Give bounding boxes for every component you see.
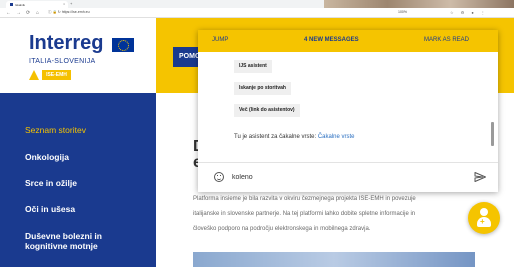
- intro-line-1: Platforma insieme je bila razvita v okvi…: [193, 196, 416, 202]
- zoom-level[interactable]: 100%: [398, 10, 407, 14]
- waiting-list-link[interactable]: Čakalne vrste: [318, 134, 355, 140]
- background-photo: [324, 0, 514, 8]
- content-image: [193, 252, 475, 267]
- send-icon[interactable]: [474, 171, 486, 183]
- back-icon[interactable]: ←: [6, 10, 11, 16]
- quick-reply-service-search[interactable]: Iskanje po storitvah: [234, 82, 291, 95]
- eu-flag-icon: [112, 38, 134, 52]
- page: Iskalnik × + ← → ⟳ ⌂ ⓘ 🔒 ↻ https://ise-e…: [0, 0, 514, 267]
- chat-composer: [198, 163, 498, 192]
- reload-icon[interactable]: ⟳: [26, 10, 30, 16]
- sidebar-item-eyes-ears[interactable]: Oči in ušesa: [25, 204, 75, 214]
- intro-line-2: italijanske in slovenske partnerje. Na t…: [193, 211, 416, 217]
- tab-title: Iskalnik: [15, 2, 26, 7]
- chat-widget: JUMP 4 NEW MESSAGES MARK AS READ IJS asi…: [198, 30, 498, 192]
- chat-scrollbar[interactable]: [491, 122, 494, 146]
- jump-button[interactable]: JUMP: [212, 37, 228, 43]
- emblem-icon: [29, 70, 39, 80]
- sidebar-item-services[interactable]: Seznam storitev: [25, 125, 86, 135]
- forward-icon[interactable]: →: [16, 10, 21, 16]
- sidebar-item-oncology[interactable]: Onkologija: [25, 152, 69, 162]
- sidebar-item-mental[interactable]: Duševne bolezni in: [25, 231, 102, 241]
- new-messages-indicator[interactable]: 4 NEW MESSAGES: [304, 37, 359, 43]
- browser-tab[interactable]: Iskalnik ×: [6, 1, 68, 8]
- bot-message: Tu je asistent za čakalne vrste: Čakalne…: [234, 134, 355, 140]
- sidebar: Seznam storitev Onkologija Srce in ožilj…: [0, 93, 156, 267]
- project-badge: ISE-EMH: [42, 70, 71, 80]
- site-logo[interactable]: Interreg ITALIA-SLOVENIJA ISE-EMH: [0, 18, 156, 93]
- emoji-icon[interactable]: [214, 172, 224, 182]
- sidebar-item-heart[interactable]: Srce in ožilje: [25, 178, 77, 188]
- bot-message-text: Tu je asistent za čakalne vrste:: [234, 134, 318, 140]
- browser-tabbar: Iskalnik × +: [0, 0, 514, 8]
- chat-message-input[interactable]: [232, 170, 462, 184]
- address-bar: ← → ⟳ ⌂ ⓘ 🔒 ↻ https://ise-emh.eu 100% ☆ …: [0, 8, 514, 18]
- favicon-icon: [10, 3, 13, 6]
- mark-as-read-button[interactable]: MARK AS READ: [424, 37, 469, 43]
- new-tab-button[interactable]: +: [70, 1, 72, 6]
- logo-subtitle: ITALIA-SLOVENIJA: [29, 58, 96, 65]
- close-icon[interactable]: ×: [63, 2, 65, 6]
- logo-wordmark: Interreg: [29, 32, 104, 54]
- url-field[interactable]: ⓘ 🔒 ↻ https://ise-emh.eu: [48, 10, 90, 15]
- sidebar-item-mental-line2[interactable]: kognitivne motnje: [25, 241, 98, 251]
- quick-reply-more-assistants[interactable]: Več (link do asistentov): [234, 104, 300, 117]
- intro-line-3: človeško podporo na področju elektronske…: [193, 226, 371, 232]
- home-icon[interactable]: ⌂: [36, 10, 39, 16]
- assistant-icon: +: [480, 217, 485, 226]
- toolbar-icons[interactable]: ☆ ⚙ ● ⋮: [450, 10, 488, 15]
- chat-messages[interactable]: IJS asistent Iskanje po storitvah Več (l…: [198, 52, 498, 162]
- assistant-launcher-button[interactable]: +: [468, 202, 500, 234]
- quick-reply-ijs-assistant[interactable]: IJS asistent: [234, 60, 272, 73]
- chat-notification-bar: JUMP 4 NEW MESSAGES MARK AS READ: [198, 30, 498, 52]
- project-badge-label: ISE-EMH: [46, 72, 67, 78]
